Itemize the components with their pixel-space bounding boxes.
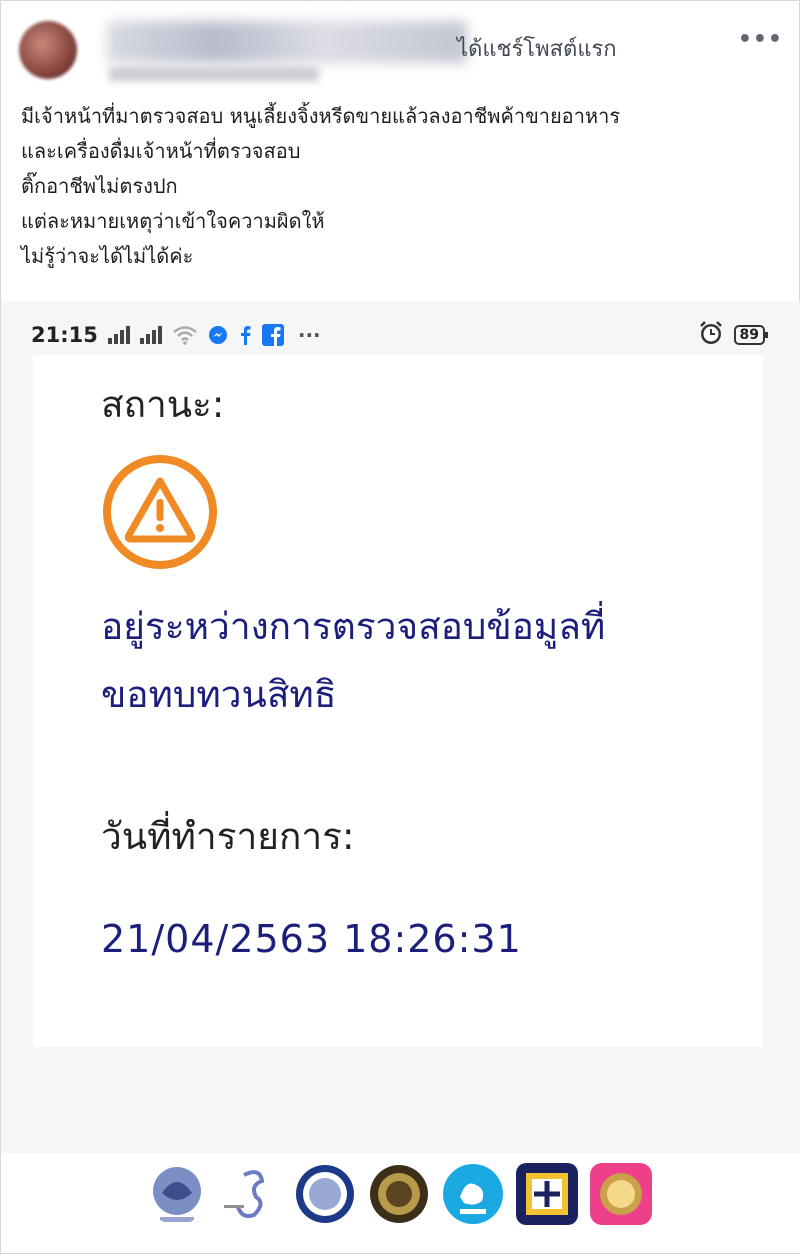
messenger-icon	[208, 325, 228, 345]
warning-icon	[103, 455, 217, 569]
status-time: 21:15	[31, 323, 98, 347]
post-line: และเครื่องดื่มเจ้าหน้าที่ตรวจสอบ	[21, 139, 301, 163]
embedded-screenshot[interactable]: 21:15 ··· 89 สถานะ: อยู่ระหว่างการตรวจสอ…	[1, 301, 800, 1253]
status-value-line: ขอทบทวนสิทธิ	[101, 673, 337, 716]
more-notifications-icon: ···	[297, 323, 321, 347]
bank-seal-logo	[296, 1165, 354, 1223]
battery-level: 89	[739, 327, 759, 343]
krungthai-logo	[443, 1164, 503, 1224]
facebook-icon	[261, 324, 284, 346]
post-header: ได้แชร์โพสต์แรก •••	[19, 11, 789, 86]
facebook-icon	[238, 325, 252, 345]
shared-post: ได้แชร์โพสต์แรก ••• มีเจ้าหน้าที่มาตรวจส…	[0, 0, 800, 1254]
blurred-author-name	[107, 21, 467, 63]
post-line: ไม่รู้ว่าจะได้ไม่ได้ค่ะ	[21, 244, 194, 268]
wifi-icon	[172, 325, 198, 345]
status-card: สถานะ: อยู่ระหว่างการตรวจสอบข้อมูลที่ ขอ…	[33, 355, 763, 1047]
battery-icon: 89	[733, 325, 769, 345]
phone-status-bar: 21:15 ··· 89	[31, 317, 769, 353]
social-security-logo	[224, 1170, 265, 1218]
avatar[interactable]	[19, 21, 77, 79]
alarm-icon	[698, 320, 724, 350]
signal-icon	[107, 326, 130, 344]
more-options-button[interactable]: •••	[738, 27, 783, 52]
status-value: อยู่ระหว่างการตรวจสอบข้อมูลที่ ขอทบทวนสิ…	[101, 593, 741, 729]
ministry-badge-logo	[516, 1163, 578, 1225]
date-label: วันที่ทำรายการ:	[101, 815, 355, 858]
ministry-seal-logo	[153, 1167, 201, 1222]
logo-strip	[1, 1153, 800, 1253]
post-line: ติ๊กอาชีพไม่ตรงปก	[21, 174, 178, 198]
post-line: มีเจ้าหน้าที่มาตรวจสอบ หนูเลี้ยงจิ้งหรีด…	[21, 104, 621, 128]
shared-post-text: ได้แชร์โพสต์แรก	[457, 37, 617, 62]
blurred-timestamp	[109, 67, 319, 81]
post-line: แต่ละหมายเหตุว่าเข้าใจความผิดให้	[21, 209, 325, 233]
status-label: สถานะ:	[101, 383, 225, 426]
royal-emblem-logo	[590, 1163, 652, 1225]
government-seal-logo	[370, 1165, 428, 1223]
signal-icon	[139, 326, 162, 344]
more-dots-icon: •••	[737, 27, 783, 52]
date-value: 21/04/2563 18:26:31	[101, 917, 522, 961]
status-value-line: อยู่ระหว่างการตรวจสอบข้อมูลที่	[101, 605, 606, 648]
post-body: มีเจ้าหน้าที่มาตรวจสอบ หนูเลี้ยงจิ้งหรีด…	[21, 99, 781, 274]
